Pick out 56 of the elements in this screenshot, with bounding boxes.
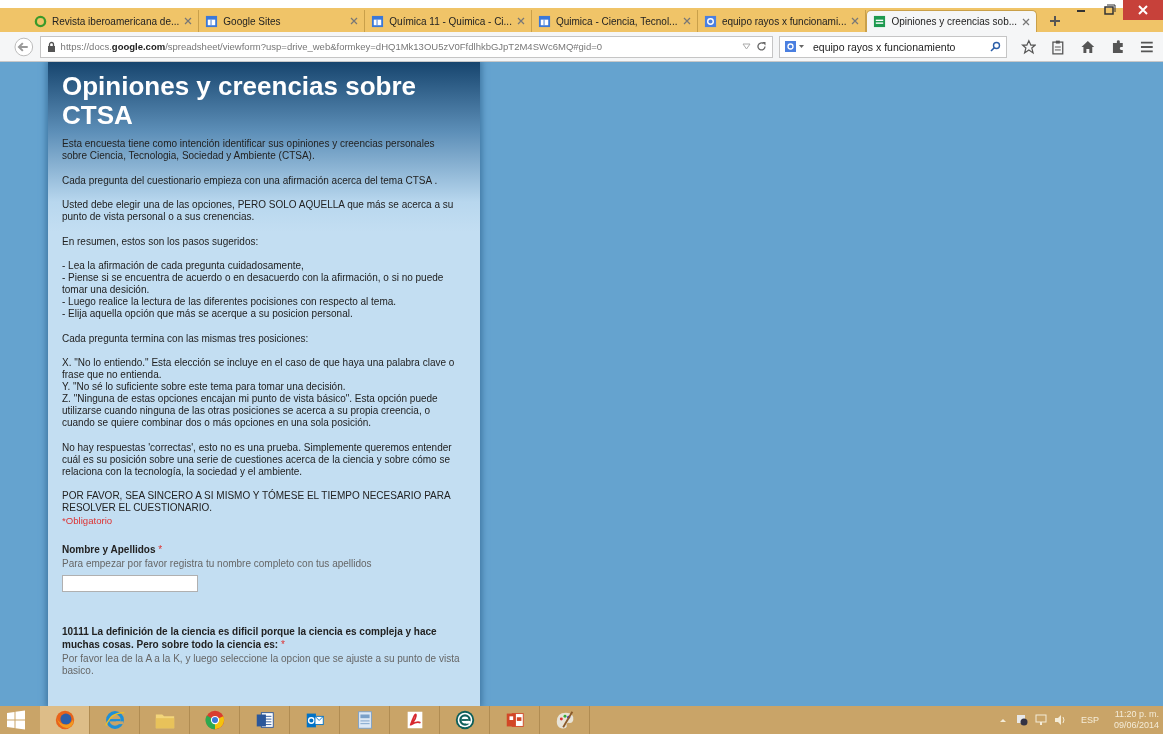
taskbar-app[interactable] [40,706,90,734]
description-line: Y. "No sé lo suficiente sobre este tema para tomar una decisión. [62,381,347,394]
form-title: Opiniones y creencias sobre CTSA [62,72,418,131]
close-icon[interactable] [682,17,691,25]
back-icon[interactable] [14,36,34,57]
browser-e-icon [103,709,126,731]
tray-app-icon[interactable] [1015,714,1028,726]
reload-icon[interactable] [755,41,767,52]
page-icon [205,14,219,28]
close-icon[interactable] [184,17,193,25]
browser-tab[interactable]: Opiniones y creencias sob... [866,10,1038,32]
clipboard-icon[interactable] [1050,38,1066,55]
close-icon[interactable] [350,17,359,25]
firefox-icon [53,709,76,731]
description-paragraph: Cada pregunta termina con las mismas tres posiciones: [62,332,310,345]
close-icon[interactable] [516,17,525,25]
question-help: Por favor lea de la A a la K, y luego seleccione la opcion que se ajuste a su punto de vista basico. [62,652,461,677]
search-bar[interactable]: equipo rayos x funcionamiento [778,35,1007,58]
network-icon[interactable] [1034,714,1047,726]
question-title: Nombre y Apellidos * [62,542,164,556]
description-line: - Piense si se encuentra de acuerdo o en desacuerdo con la afirmación, o si no puede tomar una desición. [62,272,445,297]
description-line: X. "No lo entiendo." Esta elección se incluye en el caso de que haya una palabra clave o frase que no entienda. [62,357,456,382]
description-paragraph: Esta encuesta tiene como intención identificar sus opiniones y creencias personales sobre Ciencia, Tecnologia, Sociedad y Ambiente (CTSA). [62,138,436,163]
description-line: Z. "Ninguna de estas opciones encajan mi punto de vista básico". Esta opción puede utilizarse cuando ninguna de las otras posiciones se acerca a su propia creencia, o cuando se quiere combinar dos o más opciones en una sola posición. [62,393,439,430]
star-icon[interactable] [1020,38,1037,55]
eset-icon [453,709,476,731]
search-engine-icon [703,14,717,28]
question-help: Para empezar por favor registra tu nombre completo con tus apellidos [62,557,373,570]
new-tab-icon[interactable] [1049,15,1062,27]
search-input[interactable]: equipo rayos x funcionamiento [810,39,986,54]
page-icon [371,14,385,28]
description-paragraph: No hay respuestas 'correctas', esto no es una prueba. Simplemente queremos entender cuál es su posición sobre una serie de cuestiones acerca de la ciencia y sobre cómo se relaciona con la tecnología, la sociedad y el ambiente. [62,441,453,478]
volume-icon[interactable] [1053,714,1066,726]
address-bar[interactable]: https://docs.google.com/spreadsheet/viewform?usp=drive_web&formkey=dHQ1Mk13OU5zV0FfdlhkbGJpT2M4SWc6MQ#gid=0 [39,35,773,58]
required-note: *Obligatorio [62,514,114,527]
question-title: 10111 La definición de la ciencia es dificil porque la ciencia es compleja y hace muchas cosas. Pero sobre todo la ciencia es: * [62,624,438,651]
search-engine-icon[interactable] [784,41,807,52]
close-window-icon[interactable] [1123,0,1163,20]
page-icon [537,14,551,28]
description-paragraph: Cada pregunta del cuestionario empieza con una afirmación acerca del tema CTSA . [62,174,439,187]
ring-icon [34,14,47,28]
description-line: - Luego realice la lectura de las diferentes pocisiones con respecto al tema. [62,296,398,309]
lock-icon [45,41,57,52]
description-line: - Lea la afirmación de cada pregunta cuidadosamente, [62,260,305,273]
description-line: - Elija aquella opción que más se acerque a su posicion personal. [62,308,354,321]
description-paragraph: POR FAVOR, SEA SINCERO A SI MISMO Y TÓMESE EL TIEMPO NECESARIO PARA RESOLVER EL CUESTIONARIO. [62,490,452,515]
close-icon[interactable] [1022,17,1031,26]
chrome-icon [203,709,226,731]
name-input-field[interactable] [62,574,198,592]
close-icon[interactable] [851,17,860,25]
start-icon[interactable] [6,710,26,730]
spreadsheet-icon [873,15,887,28]
description-paragraph: En resumen, estos son los pasos sugeridos: [62,235,260,248]
search-icon[interactable] [989,41,1001,52]
home-icon[interactable] [1079,38,1096,55]
description-paragraph: Usted debe elegir una de las opciones, PERO SOLO AQUELLA que más se acerca a su punto de vista personal o a sus crenencias. [62,199,455,224]
